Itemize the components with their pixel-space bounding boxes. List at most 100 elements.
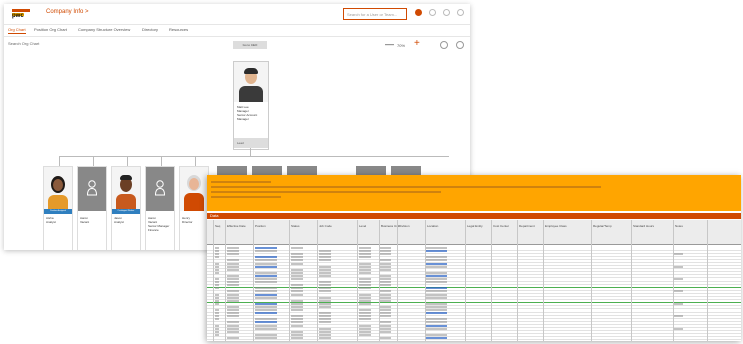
table-cell[interactable]	[255, 312, 277, 315]
table-cell[interactable]	[379, 259, 391, 262]
table-cell[interactable]	[255, 290, 277, 293]
table-cell[interactable]	[227, 262, 239, 265]
table-row[interactable]	[207, 296, 741, 297]
table-cell[interactable]	[379, 290, 391, 293]
column-header[interactable]: Seq	[215, 224, 220, 228]
table-cell[interactable]	[255, 324, 277, 327]
table-cell[interactable]	[425, 281, 447, 284]
table-cell[interactable]	[291, 278, 303, 280]
table-cell[interactable]	[227, 312, 239, 315]
table-cell[interactable]	[379, 268, 391, 271]
table-cell[interactable]	[319, 302, 331, 305]
report-card[interactable]: Aaron Vacant	[77, 166, 107, 250]
table-cell[interactable]	[255, 336, 277, 339]
column-header[interactable]: Job Code	[319, 224, 332, 228]
table-row[interactable]	[207, 311, 741, 313]
zoom-in-button[interactable]: +	[414, 38, 420, 49]
table-cell[interactable]	[319, 271, 331, 274]
table-row[interactable]	[207, 305, 741, 307]
table-cell[interactable]	[319, 321, 331, 324]
table-cell[interactable]	[215, 278, 219, 280]
table-cell[interactable]	[425, 312, 447, 315]
table-cell[interactable]	[255, 259, 277, 262]
column-header[interactable]: Status	[291, 224, 300, 228]
table-cell[interactable]	[359, 309, 371, 311]
table-cell[interactable]	[291, 268, 303, 271]
table-cell[interactable]	[227, 309, 239, 311]
table-cell[interactable]	[359, 281, 371, 284]
table-cell[interactable]	[359, 315, 371, 318]
table-cell[interactable]	[227, 315, 239, 318]
table-cell[interactable]	[319, 281, 331, 284]
table-cell[interactable]	[319, 296, 331, 299]
table-cell[interactable]	[255, 287, 277, 290]
table-cell[interactable]	[425, 278, 447, 280]
table-cell[interactable]	[255, 281, 277, 284]
table-cell[interactable]	[215, 327, 219, 330]
table-cell[interactable]	[255, 305, 277, 308]
app-title[interactable]: Company Info >	[46, 9, 89, 15]
table-cell[interactable]	[319, 318, 331, 321]
column-header[interactable]: Location	[427, 224, 438, 228]
table-cell[interactable]	[227, 268, 239, 271]
table-cell[interactable]	[291, 321, 303, 324]
table-cell[interactable]	[359, 330, 371, 333]
tab-company-structure[interactable]: Company Structure Overview	[78, 27, 130, 32]
table-cell[interactable]	[291, 324, 303, 327]
table-cell[interactable]	[379, 281, 391, 284]
table-cell[interactable]	[255, 333, 277, 336]
table-cell[interactable]	[215, 318, 219, 321]
table-cell[interactable]	[425, 287, 447, 290]
table-cell[interactable]	[359, 327, 371, 330]
export-icon[interactable]	[456, 41, 464, 49]
table-cell[interactable]	[425, 274, 447, 277]
table-cell[interactable]	[227, 281, 239, 284]
table-cell[interactable]	[379, 247, 391, 249]
table-cell[interactable]	[673, 265, 683, 268]
table-cell[interactable]	[255, 327, 277, 330]
table-cell[interactable]	[291, 271, 303, 274]
table-cell[interactable]	[227, 278, 239, 280]
table-cell[interactable]	[255, 271, 277, 274]
table-cell[interactable]	[291, 256, 303, 259]
table-cell[interactable]	[319, 312, 331, 315]
table-cell[interactable]	[227, 324, 239, 327]
table-cell[interactable]	[379, 330, 391, 333]
table-cell[interactable]	[227, 247, 239, 249]
table-cell[interactable]	[673, 315, 683, 318]
table-cell[interactable]	[359, 265, 371, 268]
table-cell[interactable]	[215, 256, 219, 259]
table-cell[interactable]	[291, 305, 303, 308]
table-cell[interactable]	[319, 290, 331, 293]
notification-bell-icon[interactable]	[415, 9, 422, 16]
table-cell[interactable]	[359, 268, 371, 271]
global-search-input[interactable]: Search for a User or Team...	[343, 8, 407, 20]
table-cell[interactable]	[227, 284, 239, 287]
table-cell[interactable]	[291, 330, 303, 333]
table-cell[interactable]	[227, 330, 239, 333]
table-cell[interactable]	[291, 274, 303, 277]
table-cell[interactable]	[359, 287, 371, 290]
column-header[interactable]: Employee Class	[545, 224, 567, 228]
table-row[interactable]	[207, 274, 741, 276]
table-cell[interactable]	[291, 309, 303, 311]
table-cell[interactable]	[291, 262, 303, 265]
table-cell[interactable]	[425, 302, 447, 305]
table-cell[interactable]	[359, 253, 371, 256]
table-cell[interactable]	[673, 327, 683, 330]
table-cell[interactable]	[255, 302, 277, 305]
table-cell[interactable]	[227, 253, 239, 256]
table-cell[interactable]	[215, 247, 219, 249]
table-row[interactable]	[207, 286, 741, 288]
table-cell[interactable]	[359, 271, 371, 274]
table-cell[interactable]	[359, 296, 371, 299]
table-cell[interactable]	[359, 284, 371, 287]
table-cell[interactable]	[319, 327, 331, 330]
table-cell[interactable]	[291, 290, 303, 293]
table-cell[interactable]	[359, 333, 371, 336]
table-cell[interactable]	[255, 250, 277, 253]
table-cell[interactable]	[379, 296, 391, 299]
table-cell[interactable]	[319, 287, 331, 290]
table-cell[interactable]	[359, 256, 371, 259]
table-cell[interactable]	[215, 268, 219, 271]
